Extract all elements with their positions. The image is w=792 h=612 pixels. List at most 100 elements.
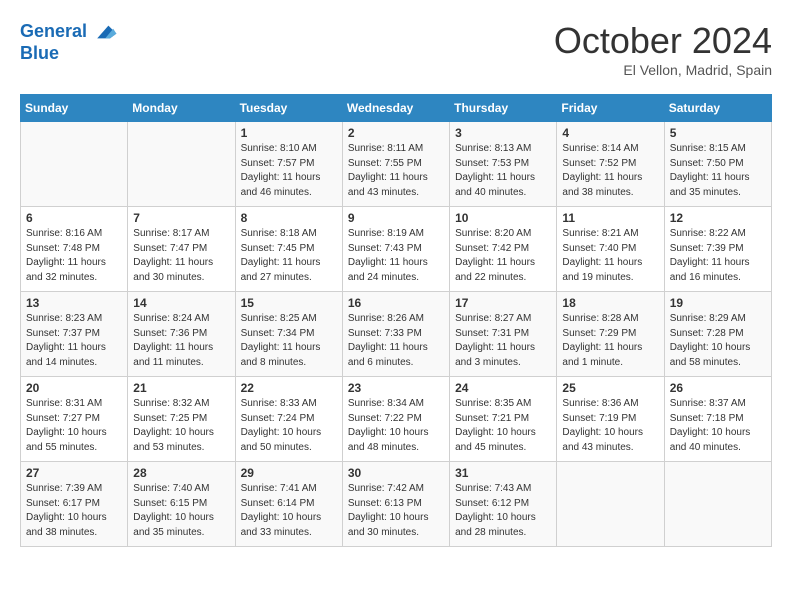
day-number: 8 [241, 211, 337, 225]
calendar-cell: 29 Sunrise: 7:41 AM Sunset: 6:14 PM Dayli… [235, 462, 342, 547]
day-info: Sunrise: 8:13 AM Sunset: 7:53 PM Dayligh… [455, 142, 551, 200]
calendar-cell: 16 Sunrise: 8:26 AM Sunset: 7:33 PM Dayli… [342, 292, 449, 377]
day-info: Sunrise: 8:36 AM Sunset: 7:19 PM Dayligh… [562, 397, 658, 455]
calendar-cell: 30 Sunrise: 7:42 AM Sunset: 6:13 PM Dayli… [342, 462, 449, 547]
calendar-cell: 14 Sunrise: 8:24 AM Sunset: 7:36 PM Dayli… [128, 292, 235, 377]
calendar-cell: 9 Sunrise: 8:19 AM Sunset: 7:43 PM Daylig… [342, 207, 449, 292]
day-info: Sunrise: 8:31 AM Sunset: 7:27 PM Dayligh… [26, 397, 122, 455]
day-info: Sunrise: 8:10 AM Sunset: 7:57 PM Dayligh… [241, 142, 337, 200]
calendar-cell: 7Sunrise: 8:17 AM Sunset: 7:47 PM Daylig… [128, 207, 235, 292]
day-info: Sunrise: 8:35 AM Sunset: 7:21 PM Dayligh… [455, 397, 551, 455]
calendar-week-4: 20 Sunrise: 8:31 AM Sunset: 7:27 PM Dayli… [21, 377, 772, 462]
day-number: 1 [241, 126, 337, 140]
calendar-cell [664, 462, 771, 547]
calendar-cell: 10 Sunrise: 8:20 AM Sunset: 7:42 PM Dayli… [450, 207, 557, 292]
day-number: 20 [26, 381, 122, 395]
weekday-header-saturday: Saturday [664, 95, 771, 122]
day-info: Sunrise: 8:20 AM Sunset: 7:42 PM Dayligh… [455, 227, 551, 285]
calendar-cell: 11 Sunrise: 8:21 AM Sunset: 7:40 PM Dayli… [557, 207, 664, 292]
day-info: Sunrise: 8:29 AM Sunset: 7:28 PM Dayligh… [670, 312, 766, 370]
day-number: 2 [348, 126, 444, 140]
calendar-cell: 27Sunrise: 7:39 AM Sunset: 6:17 PM Dayli… [21, 462, 128, 547]
day-info: Sunrise: 8:27 AM Sunset: 7:31 PM Dayligh… [455, 312, 551, 370]
weekday-header-wednesday: Wednesday [342, 95, 449, 122]
weekday-header-thursday: Thursday [450, 95, 557, 122]
calendar-cell: 15 Sunrise: 8:25 AM Sunset: 7:34 PM Dayli… [235, 292, 342, 377]
day-number: 26 [670, 381, 766, 395]
calendar-cell: 8 Sunrise: 8:18 AM Sunset: 7:45 PM Daylig… [235, 207, 342, 292]
calendar-cell: 17 Sunrise: 8:27 AM Sunset: 7:31 PM Dayli… [450, 292, 557, 377]
day-info: Sunrise: 7:42 AM Sunset: 6:13 PM Dayligh… [348, 482, 444, 540]
calendar-cell: 3 Sunrise: 8:13 AM Sunset: 7:53 PM Daylig… [450, 122, 557, 207]
day-info: Sunrise: 7:43 AM Sunset: 6:12 PM Dayligh… [455, 482, 551, 540]
weekday-header-sunday: Sunday [21, 95, 128, 122]
calendar-table: SundayMondayTuesdayWednesdayThursdayFrid… [20, 94, 772, 547]
weekday-header-monday: Monday [128, 95, 235, 122]
day-info: Sunrise: 8:16 AM Sunset: 7:48 PM Dayligh… [26, 227, 122, 285]
day-info: Sunrise: 7:41 AM Sunset: 6:14 PM Dayligh… [241, 482, 337, 540]
day-number: 28 [133, 466, 229, 480]
calendar-cell [128, 122, 235, 207]
calendar-week-2: 6 Sunrise: 8:16 AM Sunset: 7:48 PM Daylig… [21, 207, 772, 292]
day-info: Sunrise: 8:18 AM Sunset: 7:45 PM Dayligh… [241, 227, 337, 285]
calendar-cell [21, 122, 128, 207]
weekday-header-friday: Friday [557, 95, 664, 122]
calendar-cell: 22Sunrise: 8:33 AM Sunset: 7:24 PM Dayli… [235, 377, 342, 462]
weekday-row: SundayMondayTuesdayWednesdayThursdayFrid… [21, 95, 772, 122]
day-info: Sunrise: 8:23 AM Sunset: 7:37 PM Dayligh… [26, 312, 122, 370]
calendar-week-3: 13Sunrise: 8:23 AM Sunset: 7:37 PM Dayli… [21, 292, 772, 377]
month-title: October 2024 [554, 20, 772, 62]
weekday-header-tuesday: Tuesday [235, 95, 342, 122]
day-number: 24 [455, 381, 551, 395]
calendar-cell: 21Sunrise: 8:32 AM Sunset: 7:25 PM Dayli… [128, 377, 235, 462]
day-number: 16 [348, 296, 444, 310]
calendar-cell: 1 Sunrise: 8:10 AM Sunset: 7:57 PM Daylig… [235, 122, 342, 207]
calendar-cell: 25Sunrise: 8:36 AM Sunset: 7:19 PM Dayli… [557, 377, 664, 462]
day-info: Sunrise: 8:11 AM Sunset: 7:55 PM Dayligh… [348, 142, 444, 200]
calendar-cell: 13Sunrise: 8:23 AM Sunset: 7:37 PM Dayli… [21, 292, 128, 377]
day-info: Sunrise: 8:14 AM Sunset: 7:52 PM Dayligh… [562, 142, 658, 200]
calendar-cell: 26 Sunrise: 8:37 AM Sunset: 7:18 PM Dayli… [664, 377, 771, 462]
calendar-cell: 23 Sunrise: 8:34 AM Sunset: 7:22 PM Dayli… [342, 377, 449, 462]
day-info: Sunrise: 8:26 AM Sunset: 7:33 PM Dayligh… [348, 312, 444, 370]
calendar-cell: 6 Sunrise: 8:16 AM Sunset: 7:48 PM Daylig… [21, 207, 128, 292]
calendar-week-1: 1 Sunrise: 8:10 AM Sunset: 7:57 PM Daylig… [21, 122, 772, 207]
day-info: Sunrise: 8:21 AM Sunset: 7:40 PM Dayligh… [562, 227, 658, 285]
calendar-cell: 12Sunrise: 8:22 AM Sunset: 7:39 PM Dayli… [664, 207, 771, 292]
day-number: 10 [455, 211, 551, 225]
day-number: 30 [348, 466, 444, 480]
day-number: 17 [455, 296, 551, 310]
day-info: Sunrise: 8:24 AM Sunset: 7:36 PM Dayligh… [133, 312, 229, 370]
day-number: 9 [348, 211, 444, 225]
calendar-cell: 31 Sunrise: 7:43 AM Sunset: 6:12 PM Dayli… [450, 462, 557, 547]
calendar-cell: 19 Sunrise: 8:29 AM Sunset: 7:28 PM Dayli… [664, 292, 771, 377]
day-info: Sunrise: 8:37 AM Sunset: 7:18 PM Dayligh… [670, 397, 766, 455]
day-info: Sunrise: 8:19 AM Sunset: 7:43 PM Dayligh… [348, 227, 444, 285]
day-number: 15 [241, 296, 337, 310]
day-info: Sunrise: 8:34 AM Sunset: 7:22 PM Dayligh… [348, 397, 444, 455]
day-number: 6 [26, 211, 122, 225]
day-info: Sunrise: 8:22 AM Sunset: 7:39 PM Dayligh… [670, 227, 766, 285]
day-number: 31 [455, 466, 551, 480]
day-info: Sunrise: 8:32 AM Sunset: 7:25 PM Dayligh… [133, 397, 229, 455]
location-subtitle: El Vellon, Madrid, Spain [554, 62, 772, 78]
day-number: 19 [670, 296, 766, 310]
day-info: Sunrise: 8:25 AM Sunset: 7:34 PM Dayligh… [241, 312, 337, 370]
calendar-week-5: 27Sunrise: 7:39 AM Sunset: 6:17 PM Dayli… [21, 462, 772, 547]
day-number: 3 [455, 126, 551, 140]
day-number: 23 [348, 381, 444, 395]
calendar-cell: 18Sunrise: 8:28 AM Sunset: 7:29 PM Dayli… [557, 292, 664, 377]
calendar-cell: 2 Sunrise: 8:11 AM Sunset: 7:55 PM Daylig… [342, 122, 449, 207]
day-number: 7 [133, 211, 229, 225]
calendar-cell: 5Sunrise: 8:15 AM Sunset: 7:50 PM Daylig… [664, 122, 771, 207]
logo-line1: General [20, 21, 87, 41]
day-number: 18 [562, 296, 658, 310]
logo: General Blue [20, 20, 118, 64]
day-number: 11 [562, 211, 658, 225]
day-number: 29 [241, 466, 337, 480]
day-info: Sunrise: 7:40 AM Sunset: 6:15 PM Dayligh… [133, 482, 229, 540]
calendar-cell: 24 Sunrise: 8:35 AM Sunset: 7:21 PM Dayli… [450, 377, 557, 462]
logo-line2: Blue [20, 43, 59, 63]
day-number: 14 [133, 296, 229, 310]
day-number: 22 [241, 381, 337, 395]
